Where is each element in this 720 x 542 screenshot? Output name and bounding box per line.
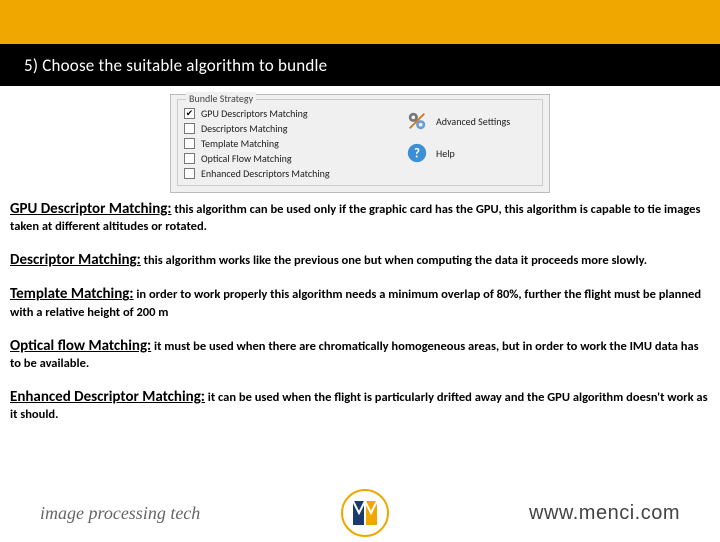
help-label: Help: [436, 147, 455, 160]
desc-title: Enhanced Descriptor Matching:: [10, 388, 205, 406]
svg-text:?: ?: [414, 147, 420, 162]
option-template[interactable]: Template Matching: [184, 136, 406, 151]
desc-title: Template Matching:: [10, 285, 134, 303]
desc-enhanced: Enhanced Descriptor Matching: it can be …: [10, 387, 710, 424]
panel-side-links: Advanced Settings ? Help: [406, 106, 536, 181]
option-label: Template Matching: [201, 137, 279, 150]
option-label: GPU Descriptors Matching: [201, 107, 308, 120]
help-icon: ?: [406, 142, 428, 164]
checkbox-icon[interactable]: [184, 138, 195, 149]
footer: image processing tech www.menci.com: [0, 486, 720, 540]
bundle-strategy-fieldset: Bundle Strategy ✔ GPU Descriptors Matchi…: [177, 99, 543, 186]
help-link[interactable]: ? Help: [406, 142, 536, 164]
option-optical-flow[interactable]: Optical Flow Matching: [184, 151, 406, 166]
option-enhanced-descriptors[interactable]: Enhanced Descriptors Matching: [184, 166, 406, 181]
top-orange-bar: [0, 0, 720, 44]
option-descriptors[interactable]: Descriptors Matching: [184, 121, 406, 136]
settings-panel-wrap: Bundle Strategy ✔ GPU Descriptors Matchi…: [0, 86, 720, 197]
footer-tagline: image processing tech: [40, 503, 200, 524]
desc-title: Descriptor Matching:: [10, 251, 141, 269]
algorithm-options: ✔ GPU Descriptors Matching Descriptors M…: [184, 106, 406, 181]
checkbox-icon[interactable]: [184, 153, 195, 164]
advanced-settings-label: Advanced Settings: [436, 115, 510, 128]
option-gpu-descriptors[interactable]: ✔ GPU Descriptors Matching: [184, 106, 406, 121]
menci-logo: [341, 489, 389, 537]
desc-title: Optical flow Matching:: [10, 337, 151, 355]
desc-descriptor: Descriptor Matching: this algorithm work…: [10, 250, 710, 270]
descriptions: GPU Descriptor Matching: this algorithm …: [0, 197, 720, 442]
checkbox-icon[interactable]: [184, 168, 195, 179]
option-label: Optical Flow Matching: [201, 152, 292, 165]
desc-template: Template Matching: in order to work prop…: [10, 284, 710, 321]
checkbox-icon[interactable]: [184, 123, 195, 134]
desc-title: GPU Descriptor Matching:: [10, 200, 172, 218]
step-title-bar: 5) Choose the suitable algorithm to bund…: [0, 44, 720, 86]
option-label: Enhanced Descriptors Matching: [201, 167, 330, 180]
bundle-strategy-panel: Bundle Strategy ✔ GPU Descriptors Matchi…: [170, 94, 550, 193]
checkbox-icon[interactable]: ✔: [184, 108, 195, 119]
advanced-settings-link[interactable]: Advanced Settings: [406, 110, 536, 132]
desc-body: this algorithm works like the previous o…: [141, 253, 647, 268]
desc-optical: Optical flow Matching: it must be used w…: [10, 336, 710, 373]
desc-gpu: GPU Descriptor Matching: this algorithm …: [10, 199, 710, 236]
fieldset-legend: Bundle Strategy: [186, 92, 256, 105]
footer-url: www.menci.com: [529, 502, 680, 525]
option-label: Descriptors Matching: [201, 122, 287, 135]
step-title: 5) Choose the suitable algorithm to bund…: [0, 55, 327, 76]
gear-icon: [406, 110, 428, 132]
